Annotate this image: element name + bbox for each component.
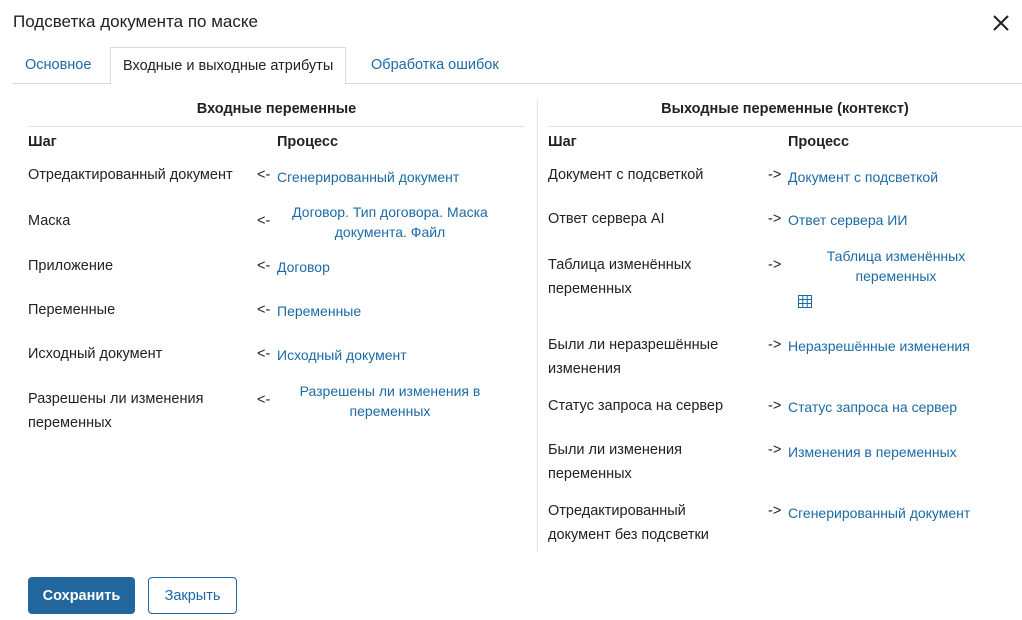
output-arrow-3: -> — [768, 337, 782, 353]
output-col-process-header: Процесс — [788, 134, 850, 150]
close-button[interactable] — [990, 12, 1012, 34]
output-arrow-5: -> — [768, 442, 782, 458]
input-step-1: Маска — [28, 213, 71, 229]
close-dialog-button[interactable]: Закрыть — [148, 577, 237, 614]
input-section-title: Входные переменные — [196, 101, 357, 117]
table-icon[interactable] — [798, 295, 812, 308]
output-process-link-5[interactable]: Изменения в переменных — [788, 442, 957, 462]
input-process-link-3[interactable]: Переменные — [277, 301, 361, 321]
input-step-0: Отредактированный документ — [28, 167, 233, 183]
output-step-6: Отредактированный документ без подсветки — [548, 503, 709, 543]
input-process-link-5[interactable]: Разрешены ли изменения в переменных — [290, 381, 490, 421]
input-step-5: Разрешены ли изменения переменных — [28, 391, 204, 431]
tab-bar: Основное Входные и выходные атрибуты Обр… — [13, 47, 1022, 85]
input-col-step-header: Шаг — [28, 134, 57, 150]
output-process-link-0[interactable]: Документ с подсветкой — [788, 167, 938, 187]
input-arrow-2: <- — [257, 258, 271, 274]
tab-main[interactable]: Основное — [13, 47, 103, 84]
input-step-3: Переменные — [28, 302, 116, 318]
output-section-rule — [548, 126, 1022, 127]
input-process-link-4[interactable]: Исходный документ — [277, 345, 407, 365]
input-arrow-5: <- — [257, 392, 271, 408]
output-arrow-4: -> — [768, 398, 782, 414]
output-step-3: Были ли неразрешённые изменения — [548, 337, 719, 377]
input-process-link-0[interactable]: Сгенерированный документ — [277, 167, 459, 187]
input-arrow-4: <- — [257, 346, 271, 362]
input-arrow-1: <- — [257, 213, 271, 229]
output-step-5: Были ли изменения переменных — [548, 442, 682, 482]
input-step-2: Приложение — [28, 258, 114, 274]
dialog-title: Подсветка документа по маске — [13, 12, 258, 31]
output-arrow-0: -> — [768, 167, 782, 183]
input-section-rule — [28, 126, 525, 127]
output-process-link-3[interactable]: Неразрешённые изменения — [788, 336, 970, 356]
output-step-0: Документ с подсветкой — [548, 167, 704, 183]
input-col-process-header: Процесс — [277, 134, 339, 150]
save-button[interactable]: Сохранить — [28, 577, 135, 614]
output-arrow-6: -> — [768, 503, 782, 519]
output-process-link-6[interactable]: Сгенерированный документ — [788, 503, 970, 523]
output-step-4: Статус запроса на сервер — [548, 398, 724, 414]
output-process-link-4[interactable]: Статус запроса на сервер — [788, 397, 957, 417]
output-process-link-1[interactable]: Ответ сервера ИИ — [788, 210, 907, 230]
tab-io-attributes[interactable]: Входные и выходные атрибуты — [110, 47, 347, 85]
output-step-2: Таблица изменённых переменных — [548, 257, 692, 297]
output-arrow-1: -> — [768, 211, 782, 227]
column-divider — [537, 100, 538, 552]
input-process-link-1[interactable]: Договор. Тип договора. Маска документа. … — [280, 202, 500, 242]
output-process-link-2[interactable]: Таблица изменённых переменных — [806, 246, 986, 286]
output-arrow-2: -> — [768, 257, 782, 273]
close-icon — [993, 15, 1009, 31]
input-arrow-0: <- — [257, 167, 271, 183]
input-step-4: Исходный документ — [28, 346, 163, 362]
output-section-title: Выходные переменные (контекст) — [661, 101, 909, 117]
tab-error-handling[interactable]: Обработка ошибок — [359, 47, 511, 84]
input-arrow-3: <- — [257, 302, 271, 318]
output-step-1: Ответ сервера AI — [548, 211, 665, 227]
output-col-step-header: Шаг — [548, 134, 577, 150]
input-process-link-2[interactable]: Договор — [277, 257, 330, 277]
